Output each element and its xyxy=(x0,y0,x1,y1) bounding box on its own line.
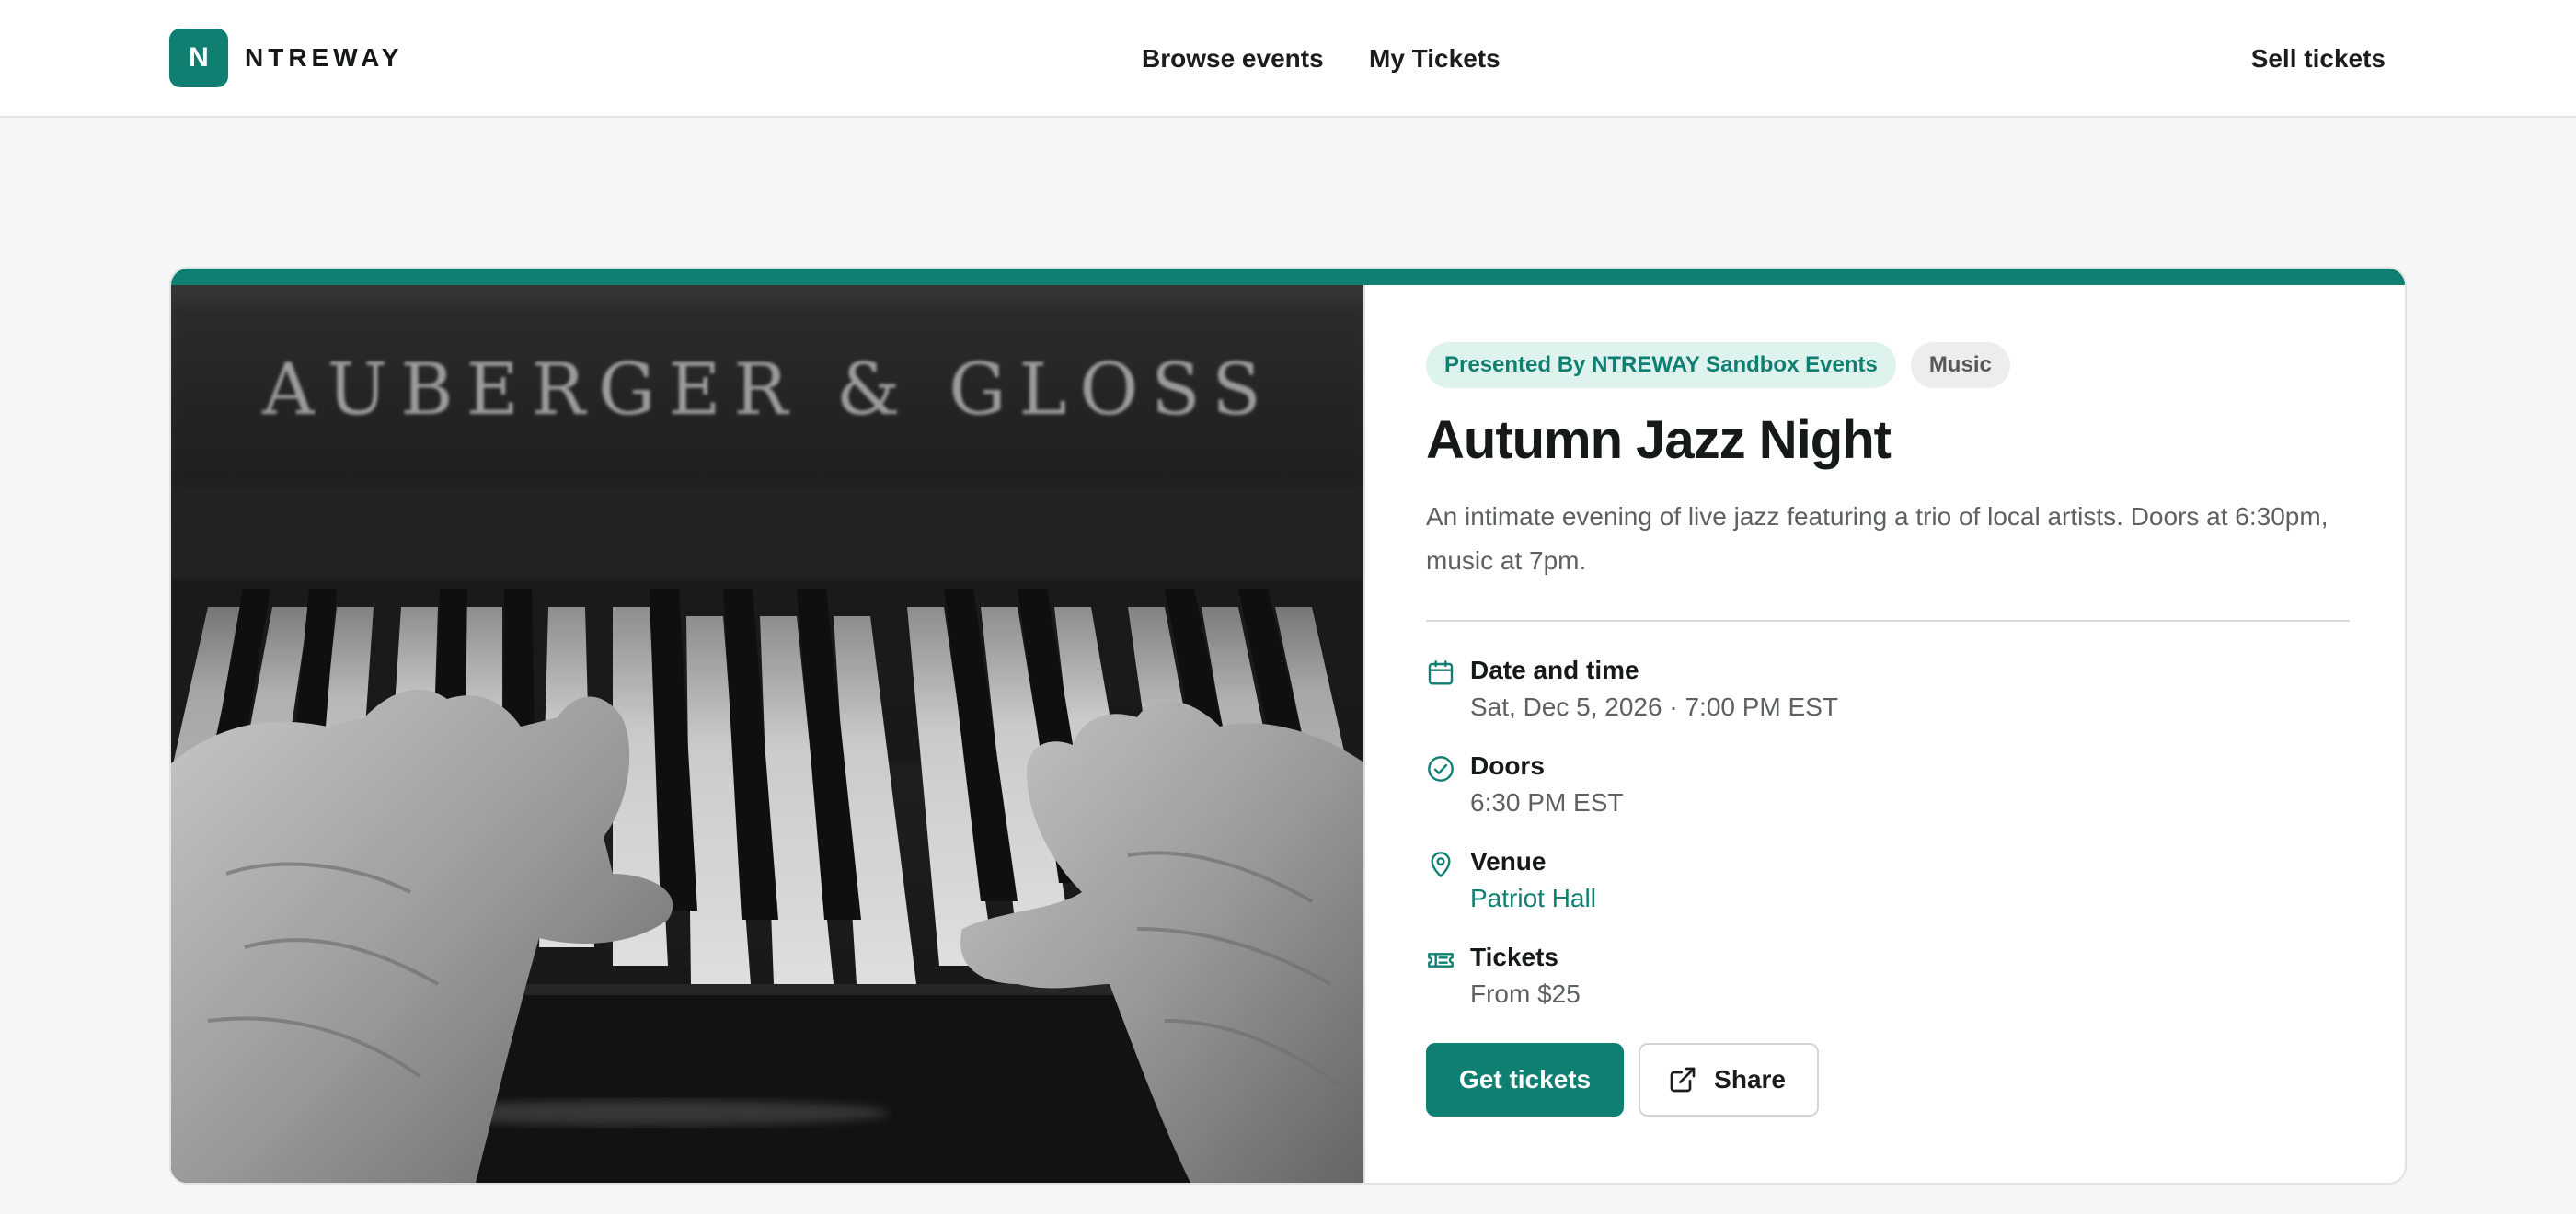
tickets-label: Tickets xyxy=(1470,943,1558,971)
details-divider xyxy=(1426,620,2350,622)
get-tickets-button[interactable]: Get tickets xyxy=(1426,1043,1625,1117)
event-card: AUBERGER & GLOSS Presented By NTREWAY Sa… xyxy=(169,267,2407,1185)
nav-browse-events[interactable]: Browse events xyxy=(1142,40,1324,77)
event-title: Autumn Jazz Night xyxy=(1426,410,1892,470)
top-header: N NTREWAY Browse events My Tickets Sell … xyxy=(0,0,2576,118)
category-badge: Music xyxy=(1910,342,2010,388)
info-venue: Venue Patriot Hall xyxy=(1426,846,2350,912)
card-accent-bar xyxy=(171,269,2405,285)
check-circle-icon xyxy=(1426,754,1455,784)
info-doors: Doors 6:30 PM EST xyxy=(1426,750,2350,817)
event-image: AUBERGER & GLOSS xyxy=(171,285,1365,1183)
info-tickets: Tickets From $25 xyxy=(1426,942,2350,1008)
date-time-value: Sat, Dec 5, 2026 · 7:00 PM EST xyxy=(1470,693,1838,721)
sell-tickets-link[interactable]: Sell tickets xyxy=(2251,40,2386,77)
event-description: An intimate evening of live jazz featuri… xyxy=(1426,502,2329,575)
venue-label: Venue xyxy=(1470,847,1547,876)
venue-link[interactable]: Patriot Hall xyxy=(1470,883,1596,914)
tickets-price-value: From $25 xyxy=(1470,979,1581,1008)
calendar-icon xyxy=(1426,659,1455,688)
info-date-time: Date and time Sat, Dec 5, 2026 · 7:00 PM… xyxy=(1426,655,2350,721)
main-nav: Browse events My Tickets xyxy=(0,40,2576,77)
share-button[interactable]: Share xyxy=(1639,1043,1819,1117)
doors-label: Doors xyxy=(1470,751,1545,780)
presenter-badge: Presented By NTREWAY Sandbox Events xyxy=(1426,342,1896,388)
ticket-icon xyxy=(1426,945,1455,975)
share-button-label: Share xyxy=(1714,1065,1786,1094)
event-tags: Presented By NTREWAY Sandbox Events Musi… xyxy=(1426,342,2350,388)
external-link-icon xyxy=(1668,1065,1697,1094)
date-time-label: Date and time xyxy=(1470,656,1639,684)
map-pin-icon xyxy=(1426,850,1455,879)
event-details: Presented By NTREWAY Sandbox Events Musi… xyxy=(1426,342,2350,1117)
nav-my-tickets[interactable]: My Tickets xyxy=(1369,40,1501,77)
doors-value: 6:30 PM EST xyxy=(1470,788,1624,817)
event-actions: Get tickets Share xyxy=(1426,1043,2350,1117)
